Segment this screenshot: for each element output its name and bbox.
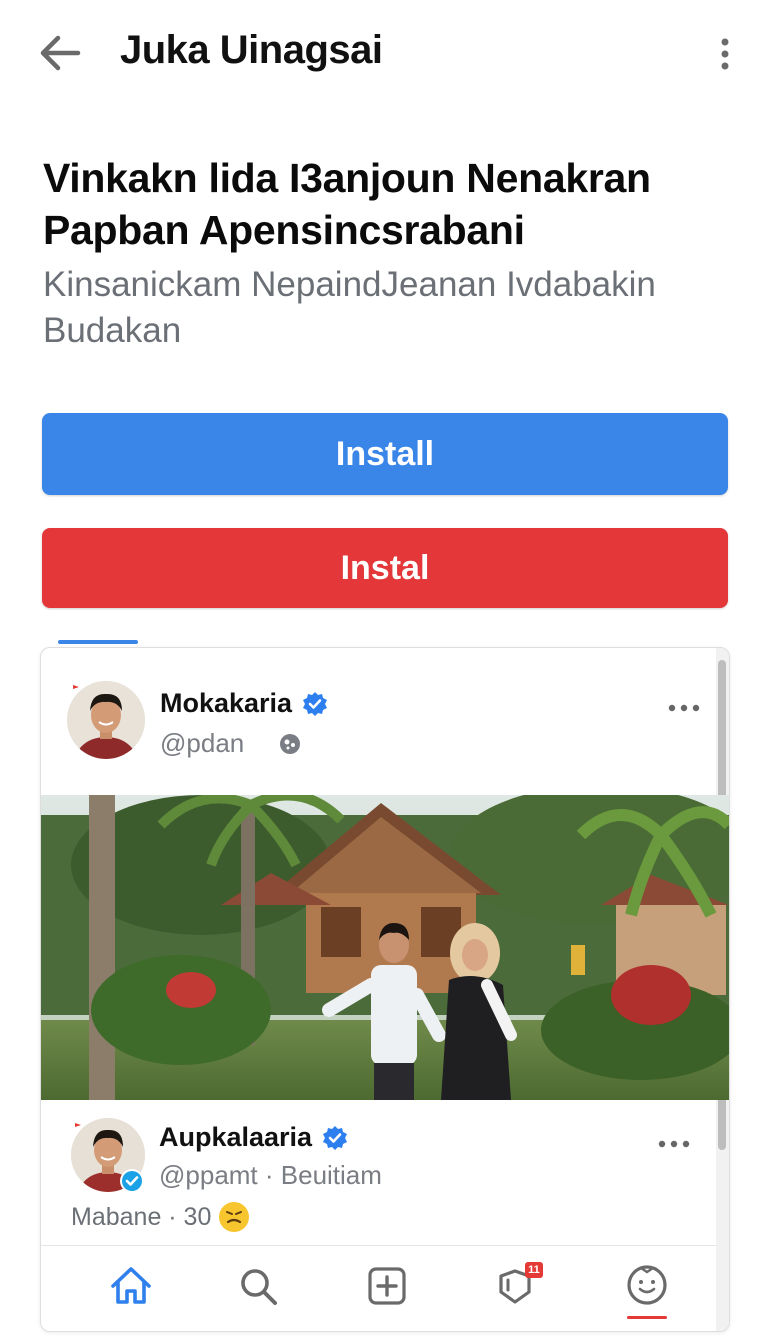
nav-search[interactable]: [229, 1256, 289, 1316]
post-header: Mokakaria @pdan: [41, 648, 716, 796]
social-post-card: Mokakaria @pdan Aupkalaaria @ppamt · Beu…: [40, 647, 730, 1332]
post-more-icon[interactable]: [667, 701, 701, 715]
nav-home[interactable]: [101, 1256, 161, 1316]
red-flag-icon: [73, 685, 79, 693]
active-tab-indicator: [627, 1316, 667, 1319]
home-icon: [111, 1267, 151, 1304]
post-handle: @pdan: [160, 728, 301, 759]
profile-icon: [627, 1265, 667, 1305]
overflow-menu-button[interactable]: [710, 34, 740, 74]
install-button-primary[interactable]: Install: [42, 413, 728, 495]
nav-create[interactable]: [357, 1256, 417, 1316]
reply-more-icon[interactable]: [657, 1137, 691, 1151]
post-author-name[interactable]: Mokakaria: [160, 688, 292, 719]
grimace-emoji-icon: [219, 1202, 250, 1232]
reply-meta-text: Mabane · 30: [71, 1202, 212, 1231]
app-bar: Juka Uinagsai: [0, 0, 768, 110]
install-button-secondary[interactable]: Instal: [42, 528, 728, 608]
notification-badge: 11: [525, 1262, 543, 1278]
back-button[interactable]: [34, 30, 86, 76]
reply-meta: Mabane · 30: [71, 1202, 250, 1232]
nav-profile[interactable]: [617, 1256, 677, 1319]
reply-author-row: Aupkalaaria: [159, 1122, 348, 1153]
search-icon: [241, 1269, 277, 1305]
tab-indicator: [58, 640, 138, 644]
nav-notifications[interactable]: 11: [485, 1256, 545, 1316]
headline: Vinkakn lida I3anjoun Nenakran Papban Ap…: [43, 155, 651, 253]
main-content: Vinkakn lida I3anjoun Nenakran Papban Ap…: [0, 110, 768, 1344]
verified-check-icon: [120, 1169, 144, 1193]
page-title: Juka Uinagsai: [120, 28, 383, 72]
red-flag-icon: [75, 1123, 81, 1131]
verified-badge-icon: [303, 691, 328, 716]
reply-author-name[interactable]: Aupkalaaria: [159, 1122, 312, 1153]
bottom-navigation: 11: [41, 1245, 716, 1331]
reply-handle: @ppamt · Beuitiam: [159, 1160, 382, 1190]
subheadline: Kinsanickam NepaindJeanan Ivdabakin Buda…: [43, 265, 656, 350]
globe-icon: [279, 734, 300, 754]
arrow-left-icon: [40, 35, 81, 71]
post-author-row: Mokakaria: [160, 688, 328, 719]
verified-badge-icon: [323, 1125, 348, 1150]
more-vertical-icon: [721, 38, 729, 70]
post-photo[interactable]: [41, 795, 729, 1100]
reply-block: Aupkalaaria @ppamt · Beuitiam Mabane · 3…: [41, 1100, 716, 1240]
add-post-icon: [368, 1267, 406, 1305]
